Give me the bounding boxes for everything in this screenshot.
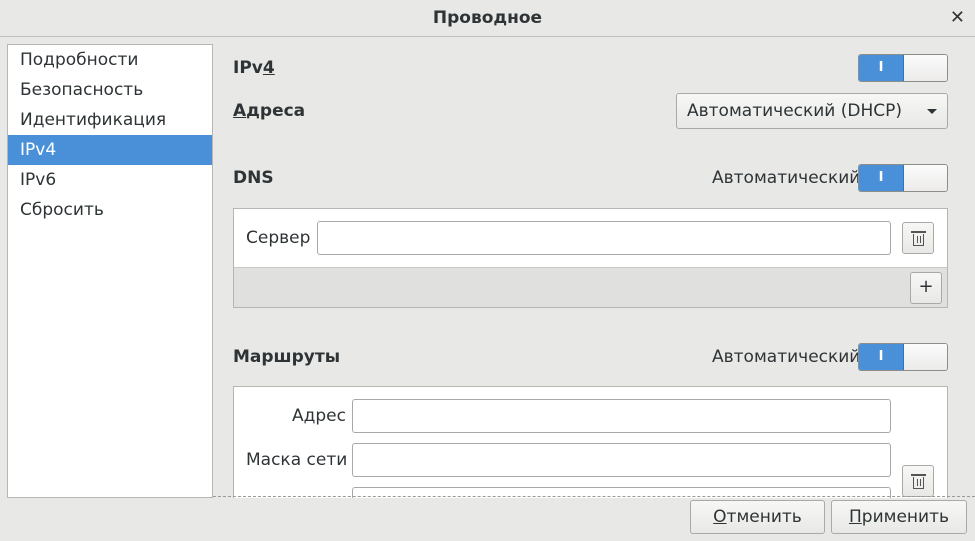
trash-icon [911, 231, 926, 246]
cancel-button[interactable]: Отменить [690, 500, 825, 534]
route-netmask-input[interactable] [352, 443, 891, 477]
window-title: Проводное [432, 8, 543, 28]
apply-button[interactable]: Применить [831, 500, 967, 534]
sidebar-item-reset[interactable]: Сбросить [8, 195, 212, 225]
route-delete-button[interactable] [902, 465, 934, 497]
toggle-knob [904, 165, 947, 191]
toggle-on-indicator: I [859, 344, 904, 370]
ipv4-label-mnemonic: 4 [262, 58, 275, 78]
addresses-label: Адреса [233, 101, 306, 121]
dns-server-label: Сервер [246, 228, 311, 248]
routes-label: Маршруты [233, 347, 341, 367]
dns-auto-label: Автоматический [712, 168, 861, 188]
route-address-input[interactable] [352, 399, 891, 433]
route-address-label: Адрес [292, 406, 346, 426]
addresses-method-dropdown[interactable]: Автоматический (DHCP) [676, 93, 948, 129]
sidebar-item-ipv4[interactable]: IPv4 [8, 135, 212, 165]
route-netmask-label: Маска сети [246, 450, 348, 470]
dns-server-panel: Сервер + [233, 208, 948, 308]
toggle-on-indicator: I [859, 165, 904, 191]
trash-icon [911, 474, 926, 489]
toggle-on-indicator: I [859, 55, 904, 81]
dns-add-button[interactable]: + [910, 272, 942, 304]
sidebar-item-identity[interactable]: Идентификация [8, 105, 212, 135]
sidebar-item-details[interactable]: Подробности [8, 45, 212, 75]
toggle-knob [904, 344, 947, 370]
routes-panel: Адрес Маска сети [233, 386, 948, 498]
routes-auto-toggle[interactable]: I [858, 343, 948, 371]
ipv4-toggle[interactable]: I [858, 54, 948, 82]
plus-icon: + [918, 276, 934, 297]
title-bar: Проводное ✕ [0, 0, 975, 37]
dns-add-bar: + [234, 267, 947, 307]
routes-auto-label: Автоматический [712, 347, 861, 367]
ipv4-settings-page: IPv4 I Адреса Автоматический (DHCP) DNS … [213, 38, 975, 498]
dns-server-input[interactable] [317, 221, 891, 255]
sidebar: Подробности Безопасность Идентификация I… [7, 44, 213, 498]
ipv4-label-text: IPv [233, 58, 263, 78]
chevron-down-icon [927, 109, 937, 114]
toggle-knob [904, 55, 947, 81]
addresses-method-value: Автоматический (DHCP) [687, 101, 903, 121]
close-icon[interactable]: ✕ [950, 7, 965, 28]
sidebar-item-ipv6[interactable]: IPv6 [8, 165, 212, 195]
dns-auto-toggle[interactable]: I [858, 164, 948, 192]
dns-label: DNS [233, 168, 274, 188]
scroll-edge-divider [213, 496, 975, 497]
ipv4-label: IPv4 [233, 58, 275, 78]
sidebar-item-security[interactable]: Безопасность [8, 75, 212, 105]
dns-server-delete-button[interactable] [902, 222, 934, 254]
